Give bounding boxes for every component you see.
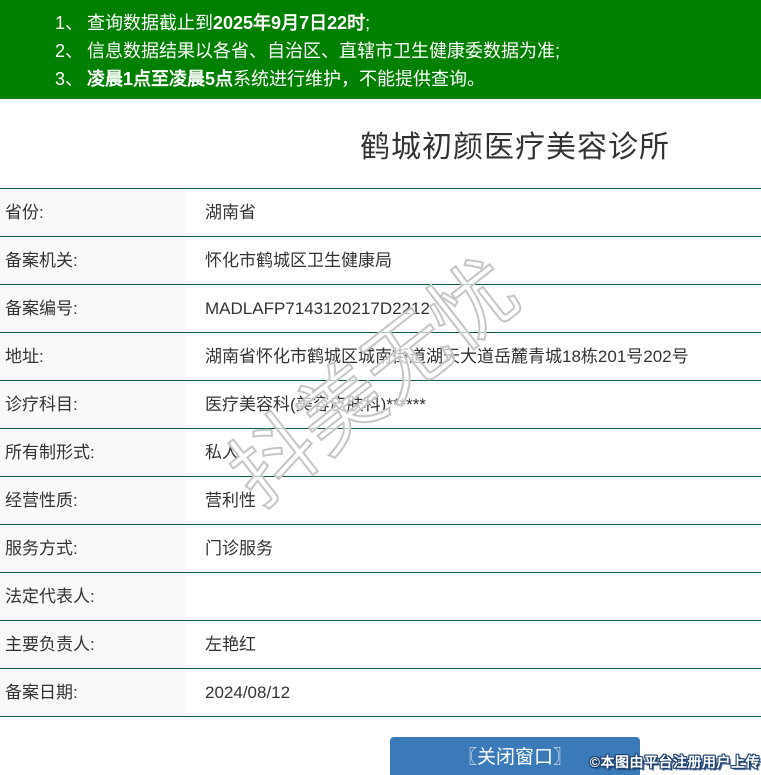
row-value: 医疗美容科(美容皮肤科)****** <box>205 395 427 414</box>
notice-text: 信息数据结果以各省、自治区、直辖市卫生健康委数据为准; <box>87 41 561 61</box>
row-label: 服务方式: <box>0 525 185 572</box>
upload-credit-watermark: ©本图由平台注册用户上传 <box>589 754 760 770</box>
row-label: 备案编号: <box>0 285 185 332</box>
table-row: 备案编号: MADLAFP7143120217D2212 <box>0 285 761 333</box>
table-row: 主要负责人: 左艳红 <box>0 621 761 669</box>
table-row: 所有制形式: 私人 <box>0 429 761 477</box>
notice-number: 2、 <box>55 41 84 61</box>
row-value: MADLAFP7143120217D2212 <box>205 299 430 318</box>
page: 1、 查询数据截止到2025年9月7日22时; 2、 信息数据结果以各省、自治区、直… <box>0 0 761 775</box>
table-row: 省份: 湖南省 <box>0 189 761 237</box>
table-row: 备案机关: 怀化市鹤城区卫生健康局 <box>0 237 761 285</box>
table-row: 诊疗科目: 医疗美容科(美容皮肤科)****** <box>0 381 761 429</box>
table-row: 备案日期: 2024/08/12 <box>0 669 761 717</box>
row-label: 备案机关: <box>0 237 185 284</box>
table-row: 服务方式: 门诊服务 <box>0 525 761 573</box>
row-value: 门诊服务 <box>205 539 273 558</box>
notice-line-1: 1、 查询数据截止到2025年9月7日22时; <box>55 9 761 37</box>
row-label: 主要负责人: <box>0 621 185 668</box>
row-label: 法定代表人: <box>0 573 185 620</box>
notice-number: 1、 <box>55 13 84 33</box>
row-value: 2024/08/12 <box>205 683 291 702</box>
row-label: 备案日期: <box>0 669 185 716</box>
row-label: 省份: <box>0 189 185 236</box>
table-row: 经营性质: 营利性 <box>0 477 761 525</box>
info-table: 省份: 湖南省 备案机关: 怀化市鹤城区卫生健康局 备案编号: MADLAFP7… <box>0 188 761 717</box>
row-value <box>185 573 761 620</box>
notice-text: 系统进行维护，不能提供查询。 <box>233 69 486 89</box>
table-row: 地址: 湖南省怀化市鹤城区城南街道湖天大道岳麓青城18栋201号202号 <box>0 333 761 381</box>
row-value: 湖南省 <box>205 203 256 222</box>
notice-number: 3、 <box>55 69 84 89</box>
row-label: 所有制形式: <box>0 429 185 476</box>
row-value: 怀化市鹤城区卫生健康局 <box>205 251 392 270</box>
notice-text: 查询数据截止到 <box>87 13 214 33</box>
notice-line-3: 3、 凌晨1点至凌晨5点系统进行维护，不能提供查询。 <box>55 65 761 93</box>
row-label: 地址: <box>0 333 185 380</box>
notice-text-bold: 2025年9月7日22时 <box>213 13 366 33</box>
table-row: 法定代表人: <box>0 573 761 621</box>
notice-text: ; <box>365 13 371 33</box>
row-label: 诊疗科目: <box>0 381 185 428</box>
clinic-name-title: 鹤城初颜医疗美容诊所 <box>360 131 670 164</box>
row-value: 营利性 <box>205 491 256 510</box>
notice-text-bold: 凌晨1点至凌晨5点 <box>87 69 234 89</box>
row-value: 湖南省怀化市鹤城区城南街道湖天大道岳麓青城18栋201号202号 <box>205 347 689 366</box>
row-label: 经营性质: <box>0 477 185 524</box>
notice-line-2: 2、 信息数据结果以各省、自治区、直辖市卫生健康委数据为准; <box>55 37 761 65</box>
row-value: 私人 <box>205 443 239 462</box>
notice-banner: 1、 查询数据截止到2025年9月7日22时; 2、 信息数据结果以各省、自治区、直… <box>0 0 761 99</box>
row-value: 左艳红 <box>205 635 256 654</box>
